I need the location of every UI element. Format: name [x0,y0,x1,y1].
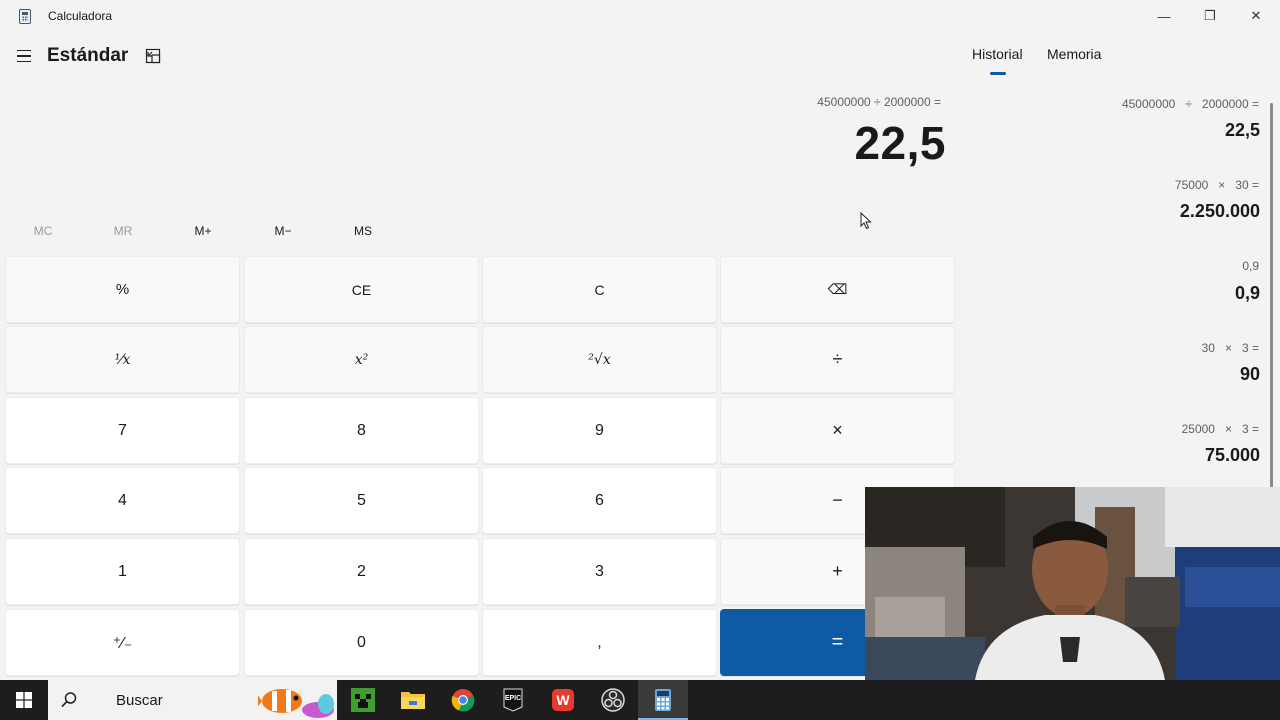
calculator-icon [655,689,671,711]
clear-button[interactable]: C [482,256,717,323]
digit-4-button[interactable]: 4 [5,467,240,534]
taskbar: Buscar EPIC W [0,680,1280,720]
restore-button[interactable]: ❐ [1187,0,1233,32]
negate-button[interactable]: ⁺∕₋ [5,609,240,676]
digit-1-button[interactable]: 1 [5,538,240,605]
digit-3-button[interactable]: 3 [482,538,717,605]
minecraft-icon [351,688,375,712]
taskbar-minecraft-button[interactable] [338,680,388,720]
history-item-result[interactable]: 75.000 [1205,445,1260,466]
digit-5-button[interactable]: 5 [244,467,479,534]
taskbar-obs-button[interactable] [588,680,638,720]
history-item-result[interactable]: 90 [1240,364,1260,385]
taskbar-chrome-button[interactable] [438,680,488,720]
close-icon: ✕ [1250,8,1262,23]
digit-7-button[interactable]: 7 [5,397,240,464]
memory-recall-button[interactable]: MR [93,224,153,238]
hamburger-icon-line [17,60,31,63]
expression-display: 45000000 ÷ 2000000 = [817,95,941,109]
result-display: 22,5 [854,117,946,169]
keep-on-top-icon [145,48,161,64]
obs-icon [601,688,625,712]
webcam-overlay [865,487,1280,680]
tab-history[interactable]: Historial [972,46,1023,62]
memory-store-button[interactable]: MS [333,224,393,238]
webcam-video-image [865,487,1280,680]
windows-logo-icon [16,692,32,708]
memory-add-button[interactable]: M+ [173,224,233,238]
epic-games-icon: EPIC [503,688,523,712]
history-item-result[interactable]: 0,9 [1235,283,1260,304]
clear-entry-button[interactable]: CE [244,256,479,323]
taskbar-calculator-button[interactable] [638,680,688,720]
percent-button[interactable]: % [5,256,240,323]
epic-games-logo-text: EPIC [505,695,521,702]
digit-9-button[interactable]: 9 [482,397,717,464]
calculator-mode-title: Estándar [47,45,129,66]
digit-0-button[interactable]: 0 [244,609,479,676]
square-button[interactable]: x² [244,326,479,393]
multiply-button[interactable]: × [720,397,955,464]
history-item-expression[interactable]: 75000 × 30 = [1175,178,1259,192]
decimal-button[interactable]: , [482,609,717,676]
mouse-cursor-icon [860,212,872,230]
search-icon [61,692,77,708]
taskbar-file-explorer-button[interactable] [388,680,438,720]
history-item-result[interactable]: 22,5 [1225,120,1260,141]
taskbar-wps-office-button[interactable]: W [538,680,588,720]
digit-2-button[interactable]: 2 [244,538,479,605]
active-tab-indicator [990,72,1006,75]
square-root-button[interactable]: ²√x [482,326,717,393]
history-item-expression[interactable]: 25000 × 3 = [1182,422,1259,436]
search-placeholder: Buscar [116,692,163,709]
keep-on-top-button[interactable] [145,48,161,64]
wps-office-icon: W [552,689,574,711]
navigation-menu-button[interactable] [14,46,34,66]
divide-button[interactable]: ÷ [720,326,955,393]
minimize-icon: — [1157,8,1171,24]
wps-office-logo-text: W [556,692,570,708]
backspace-icon: ⌫ [827,281,848,297]
minimize-button[interactable]: — [1141,0,1187,32]
history-item-expression[interactable]: 30 × 3 = [1202,341,1259,355]
history-scrollbar[interactable] [1270,103,1273,488]
history-item-expression[interactable]: 0,9 [1242,259,1259,273]
digit-8-button[interactable]: 8 [244,397,479,464]
title-bar: Calculadora — ❐ ✕ [0,0,1280,32]
backspace-button[interactable]: ⌫ [720,256,955,323]
calculator-app-icon [19,9,31,24]
history-item-result[interactable]: 2.250.000 [1180,201,1260,222]
file-explorer-icon [401,692,425,709]
window-title: Calculadora [48,9,113,23]
start-button[interactable] [0,680,48,720]
restore-icon: ❐ [1204,8,1216,23]
search-highlight-clownfish-icon [258,689,334,718]
history-item-expression[interactable]: 45000000 ÷ 2000000 = [1122,97,1259,111]
tab-memory[interactable]: Memoria [1047,46,1101,62]
memory-subtract-button[interactable]: M− [253,224,313,238]
memory-clear-button[interactable]: MC [13,224,73,238]
close-button[interactable]: ✕ [1233,0,1279,32]
hamburger-icon-line [17,55,31,57]
reciprocal-button[interactable]: ¹⁄x [5,326,240,393]
digit-6-button[interactable]: 6 [482,467,717,534]
taskbar-epic-games-button[interactable]: EPIC [488,680,538,720]
taskbar-search-box[interactable]: Buscar [48,680,337,720]
chrome-icon [451,689,475,712]
hamburger-icon-line [17,49,31,52]
